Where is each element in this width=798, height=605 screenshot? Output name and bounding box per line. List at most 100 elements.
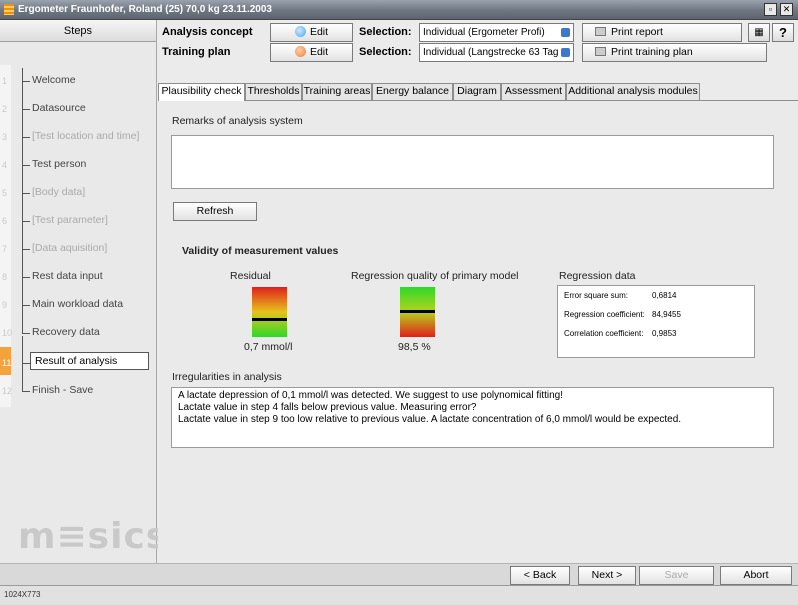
tab-assessment[interactable]: Assessment (501, 83, 566, 100)
tab-additional-analysis-modules[interactable]: Additional analysis modules (566, 83, 700, 100)
irregularities-textbox[interactable]: A lactate depression of 0,1 mmol/l was d… (171, 387, 774, 448)
step-label: Test person (32, 158, 87, 170)
tab-energy-balance[interactable]: Energy balance (372, 83, 453, 100)
tree-branch (22, 333, 30, 334)
irregularity-line: A lactate depression of 0,1 mmol/l was d… (178, 390, 564, 401)
step-item[interactable]: 12 Finish - Save (0, 364, 157, 407)
regression-quality-label: Regression quality of primary model (351, 270, 519, 282)
step-item[interactable]: 2 Datasource (0, 82, 157, 125)
regression-quality-value: 98,5 % (398, 341, 431, 353)
step-label: Datasource (32, 102, 86, 114)
window-titlebar: Ergometer Fraunhofer, Roland (25) 70,0 k… (0, 0, 798, 20)
irregularity-line: Lactate value in step 4 falls below prev… (178, 402, 477, 413)
analysis-concept-select[interactable]: Individual (Ergometer Profi) (419, 23, 574, 42)
restore-window-button[interactable]: ▫ (764, 3, 777, 16)
tab-training-areas[interactable]: Training areas (302, 83, 372, 100)
result-tabs: Plausibility check Thresholds Training a… (158, 83, 798, 101)
dropdown-arrow-icon (561, 28, 570, 37)
back-button[interactable]: < Back (510, 566, 570, 585)
tree-branch (22, 165, 30, 166)
error-square-sum-value: 0,6814 (652, 291, 677, 300)
dropdown-arrow-icon (561, 48, 570, 57)
tree-line (22, 278, 23, 306)
print-training-plan-button[interactable]: Print training plan (582, 43, 767, 62)
step-item[interactable]: 10 Recovery data (0, 306, 157, 349)
analysis-selection-label: Selection: (359, 26, 412, 38)
refresh-button[interactable]: Refresh (173, 202, 257, 221)
step-label: Recovery data (32, 326, 100, 338)
print-report-label: Print report (611, 26, 663, 38)
step-number: 10 (0, 317, 12, 349)
calculator-button[interactable]: ▦ (748, 23, 770, 42)
tab-plausibility-check[interactable]: Plausibility check (158, 83, 245, 101)
tree-branch (22, 137, 30, 138)
regression-data-box: Error square sum: 0,6814 Regression coef… (557, 285, 755, 358)
printer-icon (595, 47, 606, 56)
steps-sidebar: Steps 1 Welcome 2 Datasource 3 [Test location… (0, 20, 167, 585)
step-item[interactable]: 3 [Test location and time] (0, 110, 157, 153)
step-item[interactable]: 11 Result of analysis (0, 336, 157, 379)
edit-analysis-label: Edit (309, 26, 329, 38)
step-label: [Data aquisition] (32, 242, 108, 254)
print-training-label: Print training plan (611, 46, 693, 58)
tree-branch (22, 363, 30, 364)
tree-line (22, 222, 23, 250)
training-selection-value: Individual (Langstrecke 63 Tag (423, 47, 559, 58)
tree-line (22, 166, 23, 194)
edit-icon (294, 46, 306, 57)
irregularity-line: Lactate value in step 9 too low relative… (178, 414, 682, 425)
remarks-textbox[interactable] (171, 135, 774, 189)
residual-label: Residual (230, 270, 271, 282)
step-item[interactable]: 7 [Data aquisition] (0, 222, 157, 265)
plausibility-check-panel: Remarks of analysis system Refresh Valid… (158, 100, 798, 565)
abort-button[interactable]: Abort (720, 566, 792, 585)
tree-line (22, 138, 23, 166)
window-title: Ergometer Fraunhofer, Roland (25) 70,0 k… (18, 4, 272, 15)
training-plan-label: Training plan (162, 46, 231, 58)
error-square-sum-label: Error square sum: (564, 291, 629, 300)
step-item[interactable]: 8 Rest data input (0, 250, 157, 293)
tree-branch (22, 81, 30, 82)
save-button[interactable]: Save (639, 566, 714, 585)
tree-branch (22, 109, 30, 110)
tree-branch (22, 391, 30, 392)
next-button[interactable]: Next > (578, 566, 636, 585)
tree-line (22, 250, 23, 278)
tree-line (22, 306, 23, 334)
close-window-button[interactable]: ✕ (780, 3, 793, 16)
tree-branch (22, 277, 30, 278)
irregularities-label: Irregularities in analysis (172, 371, 282, 383)
regression-coefficient-label: Regression coefficient: (564, 310, 645, 319)
step-label: [Test location and time] (32, 130, 140, 142)
step-number: 12 (0, 375, 12, 407)
print-report-button[interactable]: Print report (582, 23, 742, 42)
analysis-concept-row: Analysis concept Edit Selection: Individ… (158, 23, 798, 43)
mesics-logo: m≡sics (18, 516, 169, 557)
calculator-icon: ▦ (754, 27, 764, 38)
step-item[interactable]: 9 Main workload data (0, 278, 157, 321)
tab-diagram[interactable]: Diagram (453, 83, 501, 100)
analysis-selection-value: Individual (Ergometer Profi) (423, 27, 545, 38)
training-plan-select[interactable]: Individual (Langstrecke 63 Tag (419, 43, 574, 62)
remarks-label: Remarks of analysis system (172, 115, 303, 127)
tree-line (22, 68, 23, 81)
step-item[interactable]: 4 Test person (0, 138, 157, 181)
step-item[interactable]: 1 Welcome (0, 65, 157, 97)
training-selection-label: Selection: (359, 46, 412, 58)
tab-thresholds[interactable]: Thresholds (245, 83, 302, 100)
step-item[interactable]: 5 [Body data] (0, 166, 157, 209)
tree-branch (22, 221, 30, 222)
validity-heading: Validity of measurement values (182, 245, 339, 257)
step-item[interactable]: 6 [Test parameter] (0, 194, 157, 237)
step-label: Result of analysis (30, 352, 149, 370)
tree-branch (22, 193, 30, 194)
wizard-navigation: < Back Next > Save Abort (0, 563, 798, 585)
step-label: Welcome (32, 74, 76, 86)
resolution-readout: 1024X773 (4, 590, 41, 599)
correlation-coefficient-value: 0,9853 (652, 329, 677, 338)
edit-training-button[interactable]: Edit (270, 43, 353, 62)
help-button[interactable]: ? (772, 23, 794, 42)
regression-coefficient-value: 84,9455 (652, 310, 681, 319)
tree-branch (22, 249, 30, 250)
edit-analysis-button[interactable]: Edit (270, 23, 353, 42)
